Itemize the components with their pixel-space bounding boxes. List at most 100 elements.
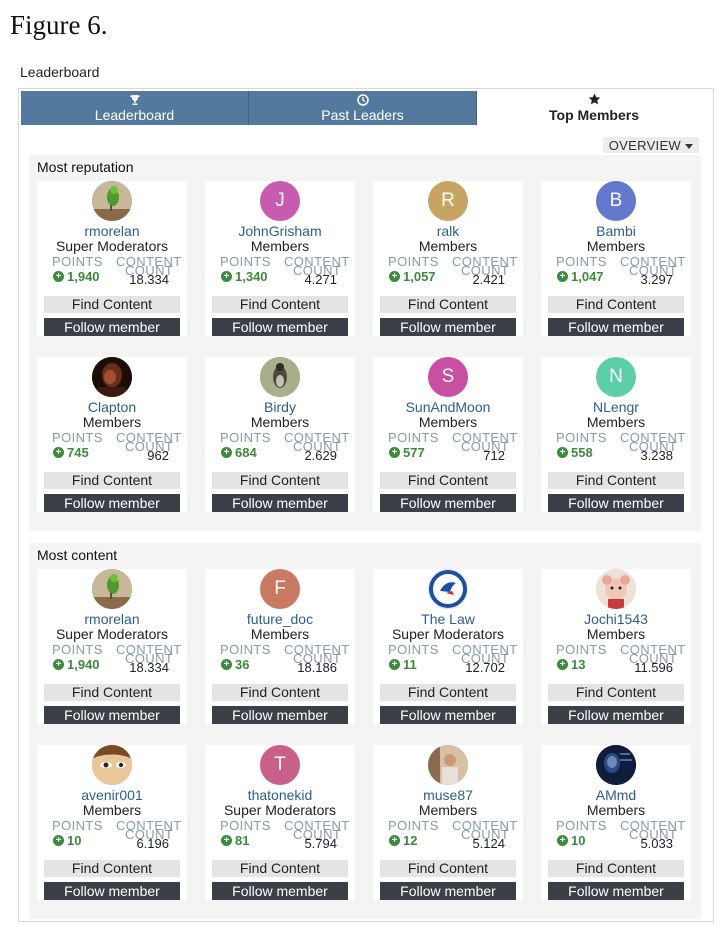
find-content-button[interactable]: Find Content <box>548 684 684 701</box>
find-content-button[interactable]: Find Content <box>548 860 684 877</box>
points-number: 558 <box>571 445 593 460</box>
follow-member-button[interactable]: Follow member <box>44 882 180 900</box>
avatar[interactable]: B <box>596 181 636 221</box>
member-name-link[interactable]: SunAndMoon <box>373 400 523 415</box>
plus-circle-icon: + <box>53 271 64 282</box>
member-name-link[interactable]: future_doc <box>205 612 355 627</box>
avatar[interactable] <box>428 569 468 609</box>
member-name-link[interactable]: rmorelan <box>37 224 187 239</box>
tab-past-leaders[interactable]: Past Leaders <box>249 91 477 125</box>
avatar[interactable]: F <box>260 569 300 609</box>
plus-circle-icon: + <box>221 835 232 846</box>
avatar[interactable] <box>92 357 132 397</box>
avatar[interactable] <box>596 745 636 785</box>
member-name-link[interactable]: ralk <box>373 224 523 239</box>
points-label: POINTS <box>220 430 271 445</box>
follow-member-button[interactable]: Follow member <box>548 318 684 336</box>
member-card: S SunAndMoon Members POINTS CONTENT COUNT +577… <box>373 357 523 512</box>
member-name-link[interactable]: The Law <box>373 612 523 627</box>
trophy-icon <box>129 93 141 106</box>
find-content-button[interactable]: Find Content <box>380 860 516 877</box>
avatar[interactable] <box>92 569 132 609</box>
member-card: N NLengr Members POINTS CONTENT COUNT +558 3.23… <box>541 357 691 512</box>
avatar[interactable] <box>260 357 300 397</box>
plus-circle-icon: + <box>221 271 232 282</box>
member-name-link[interactable]: Birdy <box>205 400 355 415</box>
follow-member-button[interactable]: Follow member <box>44 494 180 512</box>
find-content-button[interactable]: Find Content <box>44 296 180 313</box>
plus-circle-icon: + <box>389 447 400 458</box>
avatar[interactable]: R <box>428 181 468 221</box>
find-content-button[interactable]: Find Content <box>212 472 348 489</box>
points-number: 13 <box>571 657 586 672</box>
member-name-link[interactable]: Bambi <box>541 224 691 239</box>
find-content-button[interactable]: Find Content <box>44 472 180 489</box>
member-name-link[interactable]: avenir001 <box>37 788 187 803</box>
find-content-button[interactable]: Find Content <box>212 684 348 701</box>
follow-member-button[interactable]: Follow member <box>548 706 684 724</box>
avatar[interactable] <box>92 181 132 221</box>
find-content-button[interactable]: Find Content <box>212 296 348 313</box>
member-name-link[interactable]: muse87 <box>373 788 523 803</box>
points-number: 12 <box>403 833 418 848</box>
follow-member-button[interactable]: Follow member <box>44 318 180 336</box>
content-count-value: 6.196 <box>136 836 169 851</box>
member-name-link[interactable]: rmorelan <box>37 612 187 627</box>
member-name-link[interactable]: AMmd <box>541 788 691 803</box>
avatar[interactable]: T <box>260 745 300 785</box>
member-role: Members <box>586 626 646 642</box>
member-name-link[interactable]: Jochi1543 <box>541 612 691 627</box>
points-number: 577 <box>403 445 425 460</box>
follow-member-button[interactable]: Follow member <box>548 882 684 900</box>
tab-bar: Leaderboard Past Leaders Top Members <box>21 91 711 125</box>
member-name-link[interactable]: JohnGrisham <box>205 224 355 239</box>
find-content-button[interactable]: Find Content <box>44 684 180 701</box>
follow-member-button[interactable]: Follow member <box>212 494 348 512</box>
follow-member-button[interactable]: Follow member <box>380 318 516 336</box>
member-name-link[interactable]: thatonekid <box>205 788 355 803</box>
content-count-value: 712 <box>483 448 505 463</box>
leaderboard-panel: Leaderboard Past Leaders Top Members OVE… <box>18 88 714 922</box>
follow-member-button[interactable]: Follow member <box>44 706 180 724</box>
find-content-button[interactable]: Find Content <box>380 684 516 701</box>
find-content-button[interactable]: Find Content <box>548 472 684 489</box>
follow-member-button[interactable]: Follow member <box>212 882 348 900</box>
member-name-link[interactable]: Clapton <box>37 400 187 415</box>
overview-dropdown[interactable]: OVERVIEW <box>602 137 699 153</box>
points-value: +11 <box>389 657 417 672</box>
avatar[interactable] <box>92 745 132 785</box>
plus-circle-icon: + <box>53 659 64 670</box>
content-count-value: 962 <box>147 448 169 463</box>
find-content-button[interactable]: Find Content <box>380 472 516 489</box>
points-label: POINTS <box>220 642 271 657</box>
find-content-button[interactable]: Find Content <box>380 296 516 313</box>
member-role: Members <box>418 238 478 254</box>
content-count-value: 5.124 <box>472 836 505 851</box>
find-content-button[interactable]: Find Content <box>44 860 180 877</box>
dark-portrait-photo-icon <box>92 357 132 397</box>
tab-top-members[interactable]: Top Members <box>477 91 711 125</box>
points-value: +12 <box>389 833 417 848</box>
follow-member-button[interactable]: Follow member <box>212 706 348 724</box>
points-value: +745 <box>53 445 89 460</box>
avatar[interactable]: J <box>260 181 300 221</box>
member-card: J JohnGrisham Members POINTS CONTENT COUNT +1,… <box>205 181 355 336</box>
follow-member-button[interactable]: Follow member <box>380 494 516 512</box>
points-value: +81 <box>221 833 249 848</box>
follow-member-button[interactable]: Follow member <box>380 706 516 724</box>
member-name-link[interactable]: NLengr <box>541 400 691 415</box>
content-count-value: 3.238 <box>640 448 673 463</box>
section-most-content: Most content rmorelan Super Moderators POI… <box>29 543 701 919</box>
avatar[interactable] <box>596 569 636 609</box>
member-card: Birdy Members POINTS CONTENT COUNT +684 2.629 F… <box>205 357 355 512</box>
follow-member-button[interactable]: Follow member <box>212 318 348 336</box>
follow-member-button[interactable]: Follow member <box>380 882 516 900</box>
avatar[interactable] <box>428 745 468 785</box>
follow-member-button[interactable]: Follow member <box>548 494 684 512</box>
avatar[interactable]: S <box>428 357 468 397</box>
find-content-button[interactable]: Find Content <box>212 860 348 877</box>
plus-circle-icon: + <box>389 659 400 670</box>
tab-leaderboard[interactable]: Leaderboard <box>21 91 249 125</box>
find-content-button[interactable]: Find Content <box>548 296 684 313</box>
avatar[interactable]: N <box>596 357 636 397</box>
